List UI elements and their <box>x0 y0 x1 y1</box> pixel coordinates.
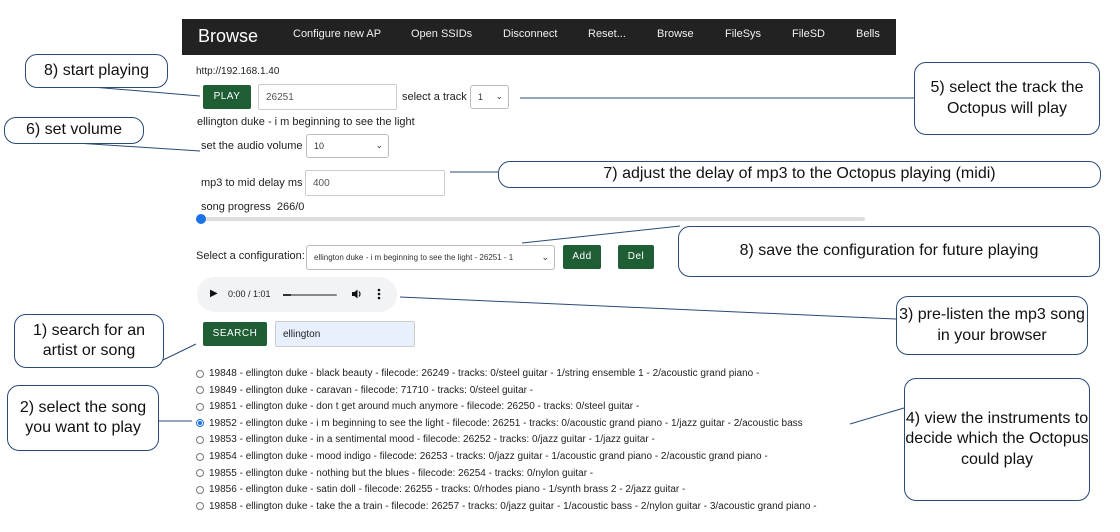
result-text: 19858 - ellington duke - take the a trai… <box>209 500 817 512</box>
now-playing: ellington duke - i m beginning to see th… <box>197 116 415 128</box>
result-text: 19854 - ellington duke - mood indigo - f… <box>209 451 768 462</box>
volume-label: set the audio volume <box>201 140 303 152</box>
result-text: 19848 - ellington duke - black beauty - … <box>209 368 760 379</box>
delay-label: mp3 to mid delay ms <box>201 177 303 189</box>
progress-value: 266/0 <box>276 201 305 213</box>
result-radio[interactable] <box>196 452 204 461</box>
delete-config-button[interactable]: Del <box>618 245 654 269</box>
page-url: http://192.168.1.40 <box>196 66 280 77</box>
callout-select-track: 5) select the track the Octopus will pla… <box>914 62 1100 135</box>
chevron-down-icon: ⌄ <box>375 139 383 150</box>
result-radio[interactable] <box>196 419 204 428</box>
result-row[interactable]: 19851 - ellington duke - don t get aroun… <box>196 401 639 412</box>
result-row[interactable]: 19856 - ellington duke - satin doll - fi… <box>196 484 685 495</box>
search-button[interactable]: SEARCH <box>203 322 267 346</box>
result-text: 19853 - ellington duke - in a sentimenta… <box>209 434 655 446</box>
chevron-down-icon: ⌄ <box>495 90 503 101</box>
result-radio[interactable] <box>196 485 204 494</box>
result-text: 19849 - ellington duke - caravan - filec… <box>209 384 534 396</box>
audio-seek-bar[interactable] <box>283 294 337 296</box>
nav-disconnect[interactable]: Disconnect <box>503 28 557 40</box>
result-radio[interactable] <box>196 435 204 444</box>
play-button[interactable]: PLAY <box>203 85 251 109</box>
audio-seek-fill <box>283 294 291 296</box>
filecode-input[interactable]: 26251 <box>258 84 397 110</box>
result-radio[interactable] <box>196 386 204 395</box>
progress-slider[interactable] <box>196 214 865 224</box>
volume-select[interactable]: 10 ⌄ <box>306 134 389 158</box>
callout-prelisten: 3) pre-listen the mp3 song in your brows… <box>896 296 1088 355</box>
callout-start-playing: 8) start playing <box>25 54 168 88</box>
add-config-button[interactable]: Add <box>563 245 601 269</box>
navbar-brand[interactable]: Browse <box>198 26 258 47</box>
track-select[interactable]: 1 ⌄ <box>470 85 509 109</box>
result-row[interactable]: 19849 - ellington duke - caravan - filec… <box>196 385 533 396</box>
nav-configure-ap[interactable]: Configure new AP <box>293 28 381 40</box>
config-label: Select a configuration: <box>196 250 305 262</box>
result-row[interactable]: 19854 - ellington duke - mood indigo - f… <box>196 451 768 462</box>
delay-input[interactable]: 400 <box>305 170 445 196</box>
audio-time: 0:00 / 1:01 <box>228 289 271 299</box>
progress-label-text: song progress <box>201 201 271 213</box>
progress-label: song progress 266/0 <box>201 201 304 213</box>
callout-select-song: 2) select the song you want to play <box>7 385 159 451</box>
result-text: 19851 - ellington duke - don t get aroun… <box>209 401 640 413</box>
result-radio[interactable] <box>196 369 204 378</box>
play-icon[interactable]: ▶ <box>210 288 218 299</box>
result-text: 19856 - ellington duke - satin doll - fi… <box>209 484 686 496</box>
config-select-value: ellington duke - i m beginning to see th… <box>314 253 514 262</box>
callout-view-instruments: 4) view the instruments to decide which … <box>904 378 1090 501</box>
result-row[interactable]: 19858 - ellington duke - take the a trai… <box>196 501 817 512</box>
search-input[interactable]: ellington <box>275 321 415 347</box>
result-row[interactable]: 19852 - ellington duke - i m beginning t… <box>196 418 803 429</box>
result-radio[interactable] <box>196 502 204 511</box>
nav-filesys[interactable]: FileSys <box>725 28 761 40</box>
volume-icon[interactable] <box>351 287 363 305</box>
navbar: Browse Configure new AP Open SSIDs Disco… <box>182 19 896 55</box>
more-options-icon[interactable] <box>377 287 381 306</box>
volume-select-value: 10 <box>314 141 325 151</box>
callout-save-config: 8) save the configuration for future pla… <box>678 226 1100 277</box>
nav-open-ssids[interactable]: Open SSIDs <box>411 28 472 40</box>
nav-browse[interactable]: Browse <box>657 28 694 40</box>
nav-reset[interactable]: Reset... <box>588 28 626 40</box>
result-text: 19855 - ellington duke - nothing but the… <box>209 467 594 479</box>
track-select-value: 1 <box>478 92 484 102</box>
callout-search-artist: 1) search for an artist or song <box>14 314 164 368</box>
track-label: select a track <box>402 91 467 103</box>
callout-set-volume: 6) set volume <box>4 117 144 144</box>
result-radio[interactable] <box>196 469 204 478</box>
progress-thumb[interactable] <box>196 214 206 224</box>
result-radio[interactable] <box>196 402 204 411</box>
callout-adjust-delay: 7) adjust the delay of mp3 to the Octopu… <box>498 161 1101 188</box>
result-text: 19852 - ellington duke - i m beginning t… <box>209 417 803 429</box>
result-row[interactable]: 19855 - ellington duke - nothing but the… <box>196 468 593 479</box>
nav-filesd[interactable]: FileSD <box>792 28 825 40</box>
result-row[interactable]: 19848 - ellington duke - black beauty - … <box>196 368 759 379</box>
result-row[interactable]: 19853 - ellington duke - in a sentimenta… <box>196 434 655 445</box>
chevron-down-icon: ⌄ <box>541 251 549 262</box>
audio-player: ▶ 0:00 / 1:01 <box>197 277 397 312</box>
config-select[interactable]: ellington duke - i m beginning to see th… <box>306 245 555 270</box>
nav-bells[interactable]: Bells <box>856 28 880 40</box>
